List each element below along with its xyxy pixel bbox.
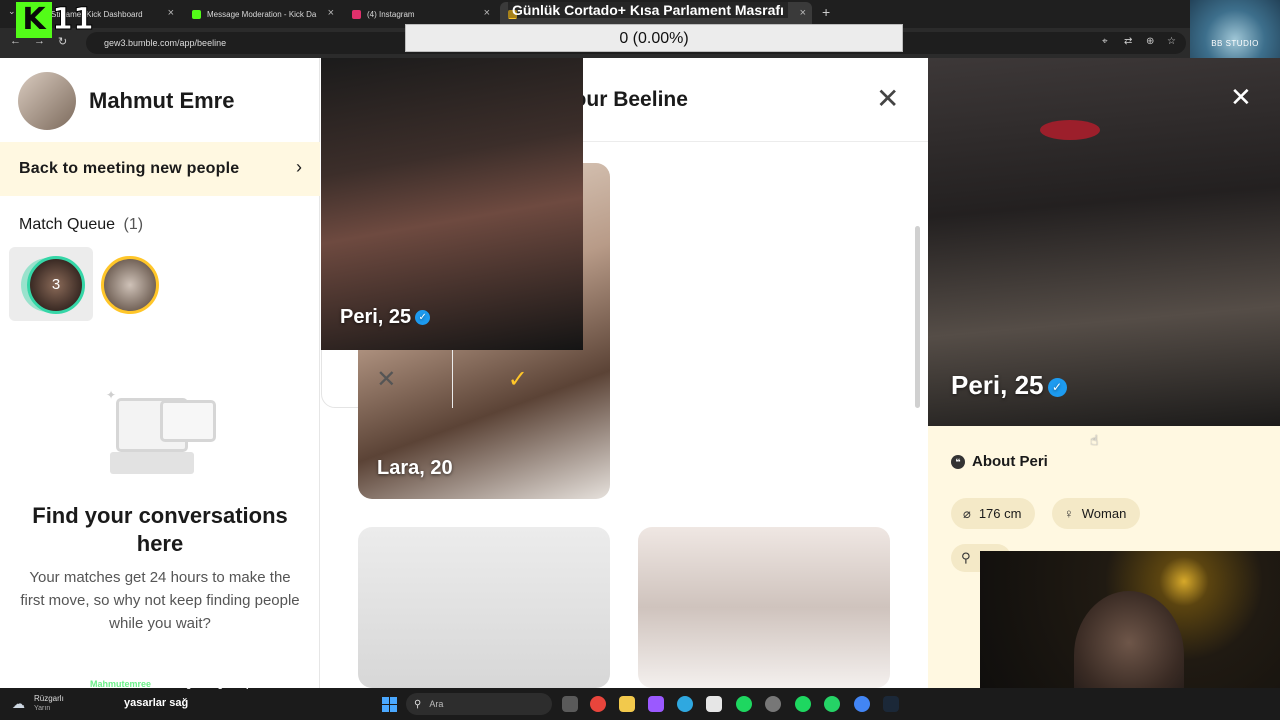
profile-name-row: Peri, 25 ✓ xyxy=(951,370,1067,401)
profile-name[interactable]: Mahmut Emre xyxy=(89,88,234,114)
match-queue-title: Match Queue xyxy=(19,216,116,233)
height-pill: ⌀ 176 cm xyxy=(951,498,1036,529)
tab-close-icon[interactable]: × xyxy=(484,7,490,19)
beeline-card-peri[interactable]: Peri, 25 ✓ ✕ ✓ xyxy=(321,58,583,408)
find-conversations-title: Find your conversations here xyxy=(32,503,288,556)
mouse-cursor-icon: ☝ xyxy=(1090,432,1099,448)
chevron-right-icon: › xyxy=(296,157,302,177)
profile-card-icon xyxy=(160,400,216,442)
windows-taskbar: ☁ Rüzgarlı Yarın ⚲ Ara xyxy=(0,688,1280,720)
quote-icon: ❝ xyxy=(951,454,965,469)
taskbar-search-placeholder: Ara xyxy=(429,699,444,709)
tab-label: (4) Instagram xyxy=(367,9,415,19)
spotify-icon[interactable] xyxy=(795,696,811,712)
location-pin-icon[interactable]: ⌖ xyxy=(1102,36,1108,47)
spotify-icon[interactable] xyxy=(736,696,752,712)
tab-close-icon[interactable]: × xyxy=(168,7,174,19)
person-icon: ♀ xyxy=(1064,506,1074,521)
back-to-meeting-label: Back to meeting new people xyxy=(19,160,240,177)
card-actions: ✕ ✓ xyxy=(321,350,583,408)
tab-message-moderation[interactable]: Message Moderation - Kick Da × xyxy=(184,2,340,26)
card-name: Lara, 20 xyxy=(377,457,453,479)
tab-close-icon[interactable]: × xyxy=(800,7,806,19)
pass-x-icon: ✕ xyxy=(376,365,397,393)
match-queue-heading: Match Queue (1) xyxy=(19,216,143,234)
match-queue-count: (1) xyxy=(123,216,144,233)
close-icon[interactable]: ✕ xyxy=(876,84,899,114)
wind-icon[interactable]: ☁ xyxy=(12,696,25,712)
gender-pill: ♀ Woman xyxy=(1052,498,1141,529)
conversations-illustration: ✦ xyxy=(104,388,216,478)
profile-close-icon[interactable]: ✕ xyxy=(1230,82,1252,113)
verified-badge-icon: ✓ xyxy=(415,310,431,326)
beeline-panel: Your Beeline ✕ Lara, 20 Peri, 25 ✓ ✕ ✓ xyxy=(321,58,928,688)
beeline-card-photo[interactable] xyxy=(638,527,890,688)
tab-label: Message Moderation - Kick Da xyxy=(207,9,317,19)
weather-subtext: Yarın xyxy=(34,705,51,712)
file-explorer-icon[interactable] xyxy=(619,696,635,712)
stream-marquee-text: Günlük Cortado+ Kısa Parlament Masrafı xyxy=(508,2,788,18)
bookmark-star-icon[interactable]: ☆ xyxy=(1167,36,1176,47)
donation-progress-bar: 0 (0.00%) xyxy=(405,24,903,52)
chrome-icon[interactable] xyxy=(590,696,606,712)
copilot-icon[interactable] xyxy=(648,696,664,712)
peri-photo[interactable]: Peri, 25 ✓ xyxy=(321,58,583,350)
about-title: About Peri xyxy=(972,453,1048,470)
store-icon[interactable] xyxy=(706,696,722,712)
zoom-icon[interactable]: ⊕ xyxy=(1146,36,1154,47)
card-name-row: Peri, 25 ✓ xyxy=(340,306,431,329)
discord-icon[interactable] xyxy=(765,696,781,712)
instagram-favicon-icon xyxy=(352,9,361,19)
search-icon: ⚲ xyxy=(961,550,971,565)
laptop-base-icon xyxy=(110,452,194,474)
pass-button[interactable]: ✕ xyxy=(321,350,453,408)
about-section-heading: ❝ About Peri xyxy=(951,453,1048,470)
chrome-active-icon[interactable] xyxy=(854,696,870,712)
steam-icon[interactable] xyxy=(883,696,899,712)
sparkle-icon: ✦ xyxy=(106,388,117,402)
weather-condition[interactable]: Rüzgarlı xyxy=(34,694,64,703)
like-button[interactable]: ✓ xyxy=(453,350,584,408)
tab-instagram[interactable]: (4) Instagram × xyxy=(344,2,496,26)
taskbar-search[interactable]: ⚲ Ara xyxy=(406,693,552,715)
beeline-scrollbar[interactable] xyxy=(915,226,920,408)
gender-value: Woman xyxy=(1081,506,1127,521)
chat-message: bizi dinglal dinglal hapan xyxy=(155,679,263,689)
chat-username: Mahmutemree xyxy=(90,679,152,689)
stream-chat-line: Mahmutemree bizi dinglal dinglal hapan xyxy=(90,679,262,689)
search-icon: ⚲ xyxy=(414,698,422,710)
kick-favicon-icon xyxy=(192,9,201,19)
url-text: gew3.bumble.com/app/beeline xyxy=(104,38,227,48)
verified-badge-icon: ✓ xyxy=(1047,377,1067,397)
beeline-card-blurred[interactable] xyxy=(358,527,610,688)
back-to-meeting-button[interactable]: Back to meeting new people › xyxy=(0,142,320,196)
match-queue-avatar[interactable] xyxy=(101,256,159,314)
profile-avatar[interactable] xyxy=(18,72,76,130)
like-check-icon: ✓ xyxy=(507,365,528,393)
new-tab-plus-icon[interactable]: + xyxy=(822,4,830,20)
windows-start-icon[interactable] xyxy=(382,697,397,712)
left-sidebar: Mahmut Emre Back to meeting new people ›… xyxy=(0,58,320,688)
profile-detail-name: Peri, 25 xyxy=(951,370,1044,400)
find-conversations-body: Your matches get 24 hours to make the fi… xyxy=(20,569,300,632)
card-name: Peri, 25 xyxy=(340,306,412,328)
height-value: 176 cm xyxy=(978,506,1022,521)
stream-chat-line-2: yasarlar sağ xyxy=(124,697,189,709)
whatsapp-icon[interactable] xyxy=(824,696,840,712)
ruler-icon: ⌀ xyxy=(963,505,971,521)
translate-icon[interactable]: ⇄ xyxy=(1124,36,1132,47)
edge-icon[interactable] xyxy=(677,696,693,712)
kick-logo-number: 11 xyxy=(52,2,95,38)
kick-logo: K xyxy=(16,2,52,38)
task-view-icon[interactable] xyxy=(562,696,578,712)
tab-search-icon[interactable]: ⌄ xyxy=(8,6,16,17)
match-queue-beeline-avatar[interactable]: 3 xyxy=(27,256,85,314)
photo-detail xyxy=(1040,120,1100,140)
tab-close-icon[interactable]: × xyxy=(328,7,334,19)
